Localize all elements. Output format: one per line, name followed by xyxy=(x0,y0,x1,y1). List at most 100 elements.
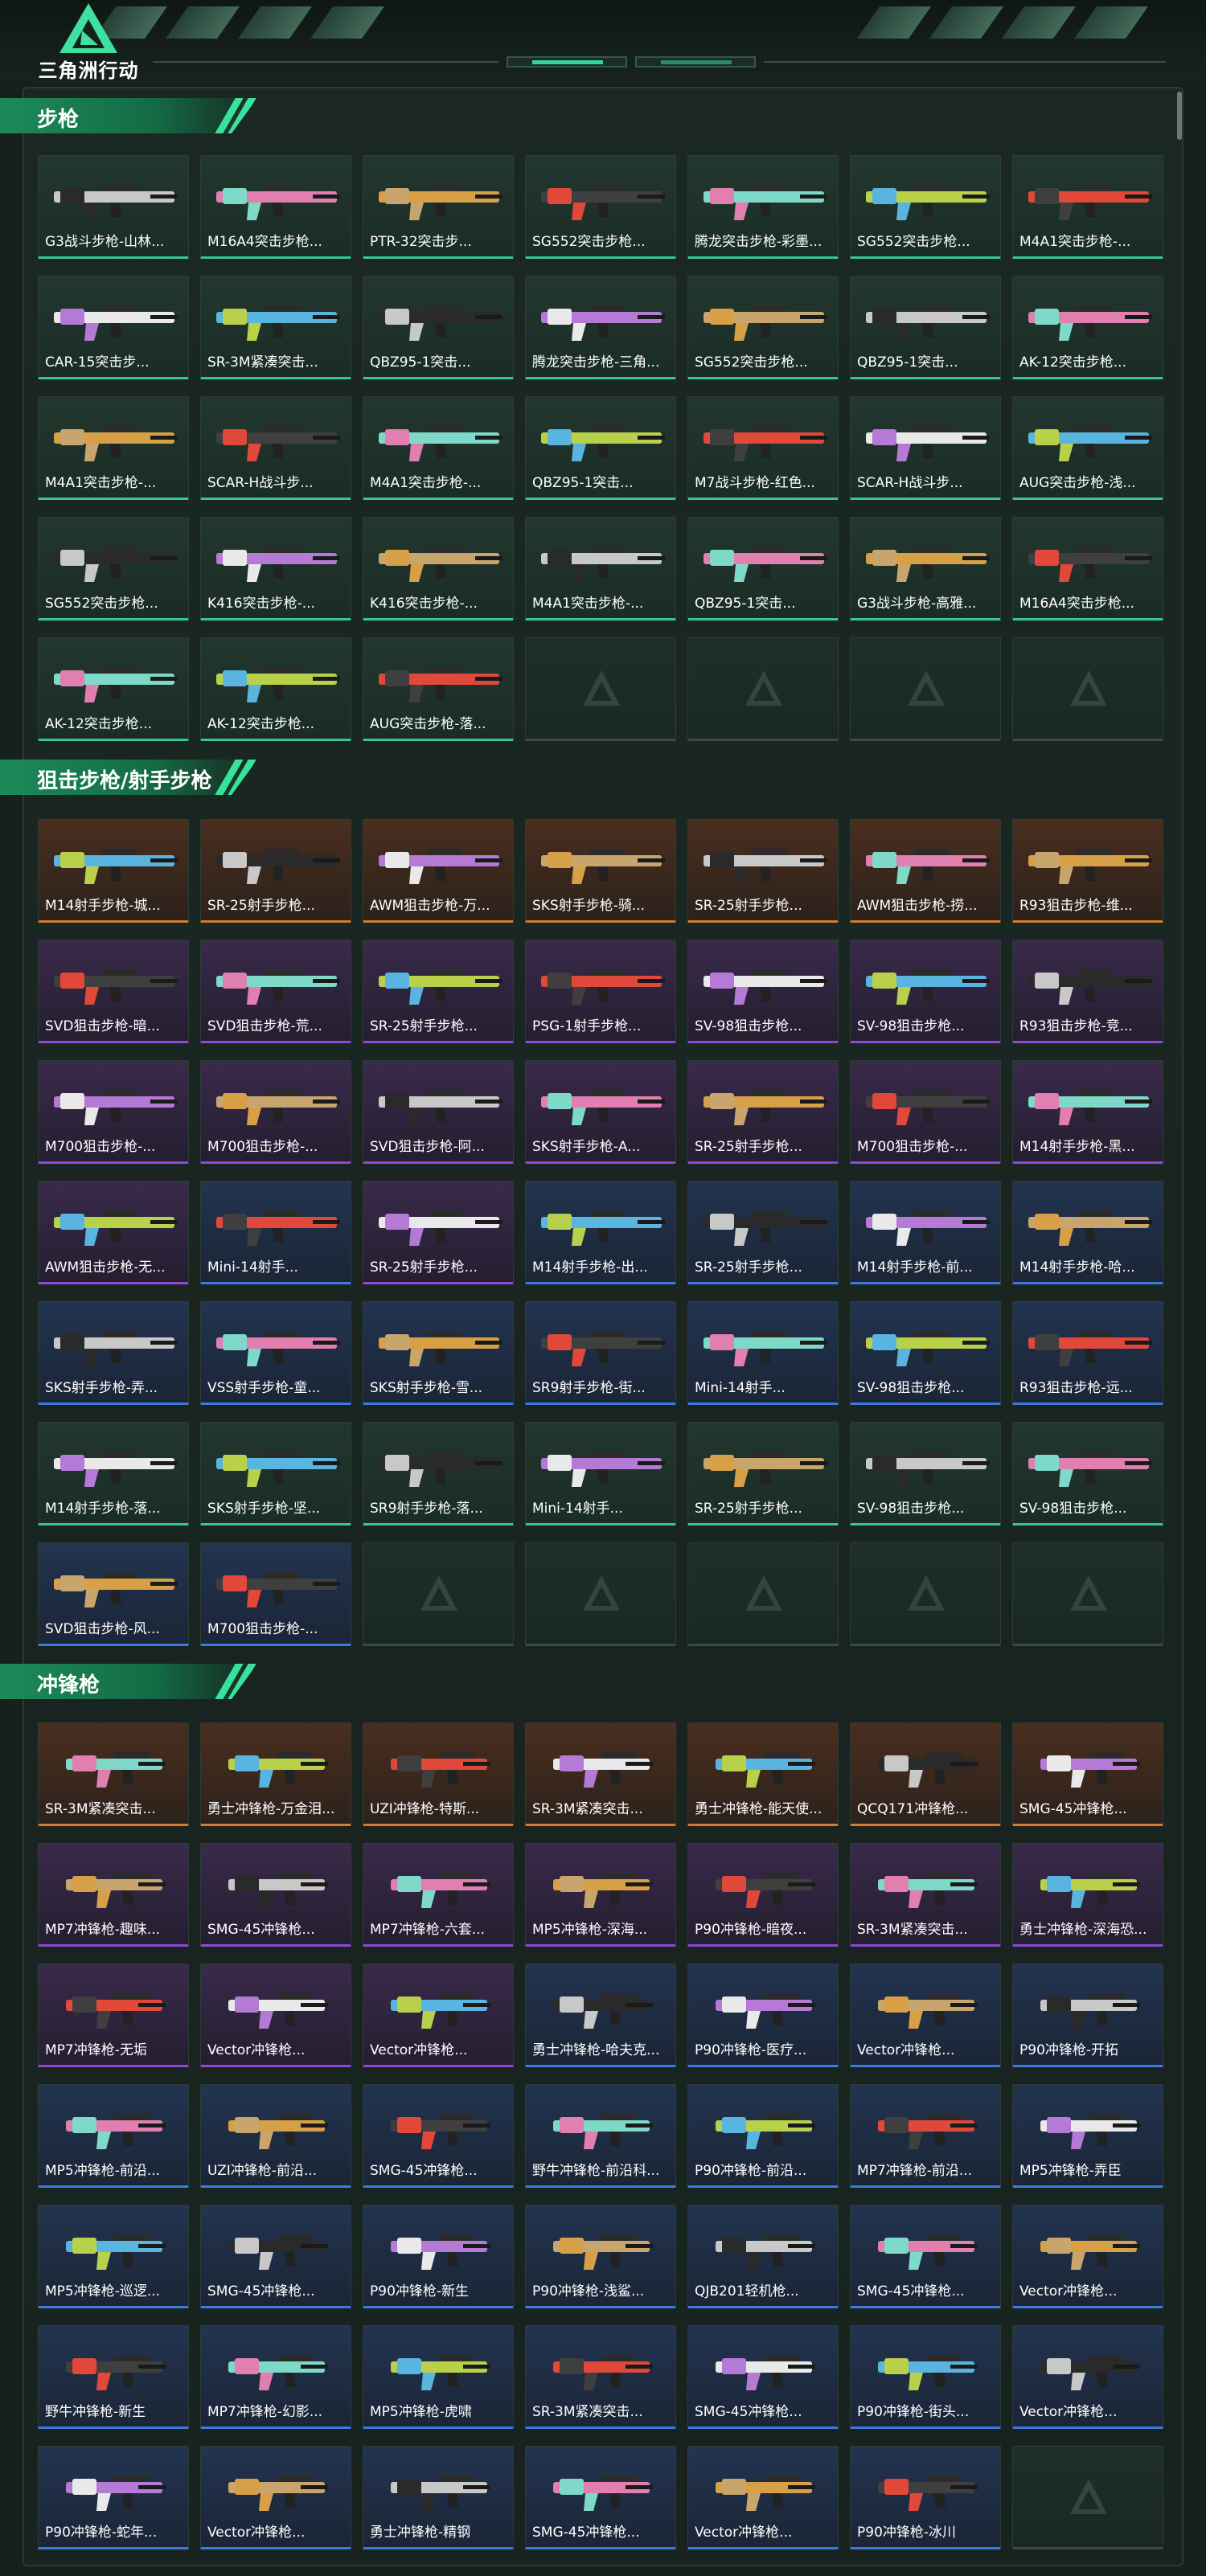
weapon-card[interactable]: M700狙击步枪-... xyxy=(200,1542,351,1646)
weapon-card[interactable]: P90冲锋枪-街头... xyxy=(850,2325,1001,2429)
weapon-card[interactable]: P90冲锋枪-医疗... xyxy=(687,1964,839,2067)
weapon-card[interactable]: AK-12突击步枪... xyxy=(38,637,189,741)
weapon-card[interactable]: AUG突击步枪-落... xyxy=(363,637,514,741)
weapon-card[interactable]: P90冲锋枪-浅鲨... xyxy=(525,2205,676,2308)
weapon-card[interactable]: M4A1突击步枪-... xyxy=(38,396,189,500)
weapon-card[interactable]: SVD狙击步枪-荒... xyxy=(200,940,351,1043)
weapon-card[interactable]: P90冲锋枪-前沿... xyxy=(687,2084,839,2188)
weapon-card[interactable]: M700狙击步枪-... xyxy=(38,1060,189,1164)
scrollbar-thumb[interactable] xyxy=(1177,92,1182,140)
weapon-card[interactable]: SCAR-H战斗步... xyxy=(200,396,351,500)
weapon-card[interactable]: M700狙击步枪-... xyxy=(850,1060,1001,1164)
weapon-card[interactable]: SVD狙击步枪-风... xyxy=(38,1542,189,1646)
weapon-card[interactable]: SKS射手步枪-A... xyxy=(525,1060,676,1164)
weapon-card[interactable]: MP7冲锋枪-无垢 xyxy=(38,1964,189,2067)
weapon-card[interactable]: UZI冲锋枪-前沿... xyxy=(200,2084,351,2188)
weapon-card[interactable]: 腾龙突击步枪-三角... xyxy=(525,276,676,379)
weapon-card[interactable]: SR-25射手步枪... xyxy=(687,1060,839,1164)
weapon-card[interactable]: SR9射手步枪-落... xyxy=(363,1422,514,1526)
weapon-card[interactable]: MP7冲锋枪-趣味... xyxy=(38,1843,189,1947)
weapon-card[interactable]: Vector冲锋枪... xyxy=(1012,2325,1163,2429)
weapon-card[interactable]: M14射手步枪-出... xyxy=(525,1181,676,1284)
weapon-card[interactable]: 野牛冲锋枪-前沿科... xyxy=(525,2084,676,2188)
weapon-card[interactable]: 腾龙突击步枪-彩墨... xyxy=(687,155,839,259)
weapon-card[interactable]: M14射手步枪-落... xyxy=(38,1422,189,1526)
weapon-card[interactable]: SR-25射手步枪... xyxy=(687,819,839,923)
weapon-card[interactable]: SR-25射手步枪... xyxy=(363,1181,514,1284)
weapon-card[interactable]: 勇士冲锋枪-精钢 xyxy=(363,2446,514,2549)
weapon-card[interactable]: AWM狙击步枪-捞... xyxy=(850,819,1001,923)
weapon-card[interactable]: Vector冲锋枪... xyxy=(850,1964,1001,2067)
weapon-card[interactable]: PSG-1射手步枪... xyxy=(525,940,676,1043)
weapon-card[interactable]: R93狙击步枪-维... xyxy=(1012,819,1163,923)
weapon-card[interactable]: SR-25射手步枪... xyxy=(687,1181,839,1284)
weapon-card[interactable]: Mini-14射手... xyxy=(687,1301,839,1405)
weapon-card[interactable]: SKS射手步枪-骑... xyxy=(525,819,676,923)
weapon-card[interactable]: SMG-45冲锋枪... xyxy=(525,2446,676,2549)
weapon-card[interactable]: G3战斗步枪-山林... xyxy=(38,155,189,259)
weapon-card[interactable]: SMG-45冲锋枪... xyxy=(687,2325,839,2429)
weapon-card[interactable]: Vector冲锋枪... xyxy=(1012,2205,1163,2308)
weapon-card[interactable]: AWM狙击步枪-无... xyxy=(38,1181,189,1284)
weapon-card[interactable]: MP5冲锋枪-巡逻... xyxy=(38,2205,189,2308)
weapon-card[interactable]: SMG-45冲锋枪... xyxy=(200,2205,351,2308)
weapon-card[interactable]: QBZ95-1突击... xyxy=(687,517,839,620)
weapon-card[interactable]: Mini-14射手... xyxy=(525,1422,676,1526)
weapon-card[interactable]: SR-3M紧凑突击... xyxy=(525,2325,676,2429)
weapon-card[interactable]: SG552突击步枪... xyxy=(38,517,189,620)
weapon-card[interactable]: P90冲锋枪-蛇年... xyxy=(38,2446,189,2549)
weapon-card[interactable]: VSS射手步枪-童... xyxy=(200,1301,351,1405)
weapon-card[interactable]: AUG突击步枪-浅... xyxy=(1012,396,1163,500)
weapon-card[interactable]: SVD狙击步枪-阿... xyxy=(363,1060,514,1164)
weapon-card[interactable]: QJB201轻机枪... xyxy=(687,2205,839,2308)
weapon-card[interactable]: 野牛冲锋枪-新生 xyxy=(38,2325,189,2429)
weapon-card[interactable]: CAR-15突击步... xyxy=(38,276,189,379)
weapon-card[interactable]: SVD狙击步枪-暗... xyxy=(38,940,189,1043)
weapon-card[interactable]: SR-25射手步枪... xyxy=(200,819,351,923)
weapon-card[interactable]: AWM狙击步枪-万... xyxy=(363,819,514,923)
weapon-card[interactable]: MP5冲锋枪-深海... xyxy=(525,1843,676,1947)
weapon-card[interactable]: M4A1突击步枪-... xyxy=(525,517,676,620)
weapon-card[interactable]: MP7冲锋枪-六套... xyxy=(363,1843,514,1947)
weapon-card[interactable]: M14射手步枪-城... xyxy=(38,819,189,923)
weapon-card[interactable]: 勇士冲锋枪-万金泪... xyxy=(200,1722,351,1826)
weapon-card[interactable]: MP7冲锋枪-前沿... xyxy=(850,2084,1001,2188)
weapon-card[interactable]: P90冲锋枪-冰川 xyxy=(850,2446,1001,2549)
weapon-card[interactable]: K416突击步枪-... xyxy=(363,517,514,620)
weapon-card[interactable]: 勇士冲锋枪-深海恐... xyxy=(1012,1843,1163,1947)
weapon-card[interactable]: SG552突击步枪... xyxy=(850,155,1001,259)
weapon-card[interactable]: QBZ95-1突击... xyxy=(525,396,676,500)
weapon-card[interactable]: P90冲锋枪-开拓 xyxy=(1012,1964,1163,2067)
weapon-card[interactable]: SMG-45冲锋枪... xyxy=(363,2084,514,2188)
weapon-card[interactable]: SKS射手步枪-雪... xyxy=(363,1301,514,1405)
weapon-card[interactable]: Vector冲锋枪... xyxy=(687,2446,839,2549)
weapon-card[interactable]: AK-12突击步枪... xyxy=(200,637,351,741)
weapon-card[interactable]: G3战斗步枪-高雅... xyxy=(850,517,1001,620)
weapon-card[interactable]: P90冲锋枪-新生 xyxy=(363,2205,514,2308)
weapon-card[interactable]: SMG-45冲锋枪... xyxy=(1012,1722,1163,1826)
weapon-card[interactable]: M7战斗步枪-红色... xyxy=(687,396,839,500)
weapon-card[interactable]: SV-98狙击步枪... xyxy=(850,1301,1001,1405)
weapon-card[interactable]: SV-98狙击步枪... xyxy=(850,1422,1001,1526)
weapon-card[interactable]: SR-3M紧凑突击... xyxy=(850,1843,1001,1947)
weapon-card[interactable]: SKS射手步枪-弄... xyxy=(38,1301,189,1405)
weapon-card[interactable]: MP5冲锋枪-弄臣 xyxy=(1012,2084,1163,2188)
weapon-card[interactable]: M14射手步枪-前... xyxy=(850,1181,1001,1284)
weapon-card[interactable]: SCAR-H战斗步... xyxy=(850,396,1001,500)
weapon-card[interactable]: SR-3M紧凑突击... xyxy=(525,1722,676,1826)
weapon-card[interactable]: M16A4突击步枪... xyxy=(1012,517,1163,620)
weapon-card[interactable]: R93狙击步枪-远... xyxy=(1012,1301,1163,1405)
weapon-card[interactable]: SG552突击步枪... xyxy=(525,155,676,259)
weapon-card[interactable]: PTR-32突击步... xyxy=(363,155,514,259)
weapon-card[interactable]: K416突击步枪-... xyxy=(200,517,351,620)
weapon-card[interactable]: SR-25射手步枪... xyxy=(687,1422,839,1526)
weapon-card[interactable]: QBZ95-1突击... xyxy=(363,276,514,379)
weapon-card[interactable]: UZI冲锋枪-特斯... xyxy=(363,1722,514,1826)
weapon-card[interactable]: SR-25射手步枪... xyxy=(363,940,514,1043)
weapon-card[interactable]: Vector冲锋枪... xyxy=(363,1964,514,2067)
weapon-card[interactable]: SR-3M紧凑突击... xyxy=(200,276,351,379)
weapon-card[interactable]: Vector冲锋枪... xyxy=(200,2446,351,2549)
weapon-card[interactable]: P90冲锋枪-暗夜... xyxy=(687,1843,839,1947)
weapon-card[interactable]: SKS射手步枪-坚... xyxy=(200,1422,351,1526)
weapon-card[interactable]: SR9射手步枪-街... xyxy=(525,1301,676,1405)
